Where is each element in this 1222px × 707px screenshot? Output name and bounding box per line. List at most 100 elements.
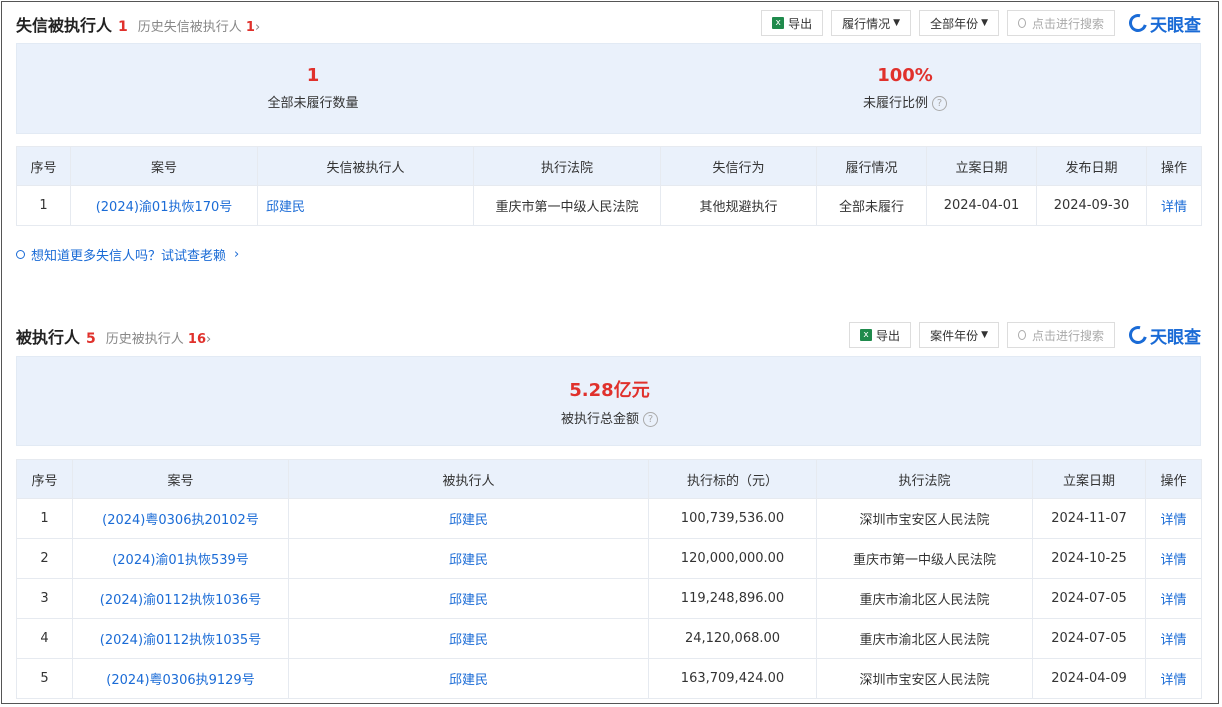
case-number-link[interactable]: (2024)渝0112执恢1035号: [72, 618, 289, 659]
detail-link[interactable]: 详情: [1145, 498, 1202, 539]
caret-down-icon: ▼: [981, 330, 988, 340]
col-header: 案号: [70, 146, 258, 186]
table-row: 2 (2024)渝01执恢539号 邱建民 120,000,000.00 重庆市…: [16, 538, 1202, 579]
row-number: 3: [16, 578, 73, 619]
status-cell: 全部未履行: [816, 185, 927, 226]
search-placeholder: 点击进行搜索: [1031, 328, 1104, 343]
court-cell: 重庆市渝北区人民法院: [816, 618, 1033, 659]
col-header: 失信被执行人: [257, 146, 474, 186]
executed-table-header: 序号 案号 被执行人 执行标的（元） 执行法院 立案日期 操作: [16, 459, 1202, 499]
case-number-link[interactable]: (2024)粤0306执9129号: [72, 658, 289, 699]
search-icon: [16, 250, 25, 259]
unfulfilled-ratio-stat: 100% 未履行比例?: [609, 65, 1201, 111]
executed-table: 序号 案号 被执行人 执行标的（元） 执行法院 立案日期 操作 1 (2024)…: [16, 459, 1202, 699]
col-header: 案号: [72, 459, 289, 499]
row-number: 1: [16, 498, 73, 539]
dishonest-toolbar: x 导出 履行情况 ▼ 全部年份 ▼ 点击进行搜索 天眼查: [753, 9, 1201, 37]
person-link[interactable]: 邱建民: [288, 498, 649, 539]
person-link[interactable]: 邱建民: [288, 578, 649, 619]
person-link[interactable]: 邱建民: [288, 658, 649, 699]
executed-count: 5: [86, 331, 96, 347]
unfulfilled-ratio-label-wrap: 未履行比例?: [609, 92, 1201, 111]
filed-date-cell: 2024-11-07: [1032, 498, 1146, 539]
amount-cell: 120,000,000.00: [648, 538, 817, 579]
dishonest-summary: 1 全部未履行数量 100% 未履行比例?: [16, 43, 1201, 134]
logo-text: 天眼查: [1150, 15, 1201, 36]
chevron-right-icon: ›: [254, 20, 261, 35]
col-header: 序号: [16, 459, 73, 499]
filed-date-cell: 2024-10-25: [1032, 538, 1146, 579]
case-number-link[interactable]: (2024)粤0306执20102号: [72, 498, 289, 539]
executed-summary: 5.28亿元 被执行总金额?: [16, 356, 1201, 446]
dishonest-history-label: 历史失信被执行人: [137, 20, 242, 35]
year-filter[interactable]: 全部年份 ▼: [919, 10, 999, 36]
published-date-cell: 2024-09-30: [1036, 185, 1147, 226]
tianyancha-logo: 天眼查: [1125, 322, 1201, 348]
case-year-filter[interactable]: 案件年份 ▼: [919, 322, 999, 348]
case-number-link[interactable]: (2024)渝01执恢539号: [72, 538, 289, 579]
detail-link[interactable]: 详情: [1145, 618, 1202, 659]
col-header: 执行法院: [473, 146, 661, 186]
year-filter-label: 全部年份: [930, 16, 979, 31]
unfulfilled-count-label: 全部未履行数量: [267, 96, 359, 111]
col-header: 立案日期: [926, 146, 1037, 186]
detail-link[interactable]: 详情: [1145, 578, 1202, 619]
dishonest-table-header: 序号 案号 失信被执行人 执行法院 失信行为 履行情况 立案日期 发布日期 操作: [16, 146, 1202, 186]
amount-cell: 163,709,424.00: [648, 658, 817, 699]
col-header: 立案日期: [1032, 459, 1146, 499]
detail-link[interactable]: 详情: [1146, 185, 1202, 226]
tianyancha-logo: 天眼查: [1125, 10, 1201, 36]
table-row: 3 (2024)渝0112执恢1036号 邱建民 119,248,896.00 …: [16, 578, 1202, 619]
filed-date-cell: 2024-07-05: [1032, 578, 1146, 619]
hint-link[interactable]: 想知道更多失信人吗？试试查老赖 ›: [16, 245, 239, 264]
logo-text: 天眼查: [1150, 327, 1201, 348]
col-header: 执行法院: [816, 459, 1033, 499]
dishonest-history-count: 1: [245, 20, 255, 35]
export-button[interactable]: x 导出: [761, 10, 824, 36]
person-link[interactable]: 邱建民: [288, 538, 649, 579]
col-header: 被执行人: [288, 459, 649, 499]
performance-filter[interactable]: 履行情况 ▼: [831, 10, 912, 36]
filed-date-cell: 2024-04-09: [1032, 658, 1146, 699]
case-number-link[interactable]: (2024)渝0112执恢1036号: [72, 578, 289, 619]
hint-text: 想知道更多失信人吗？试试查老赖: [31, 249, 227, 264]
caret-down-icon: ▼: [893, 18, 901, 28]
executed-header: 被执行人 5 历史被执行人 16› x 导出 案件年份 ▼ 点击进行搜索 天眼查: [16, 316, 1201, 349]
executed-history-link[interactable]: 历史被执行人 16›: [106, 332, 211, 347]
person-link[interactable]: 邱建民: [257, 185, 474, 226]
dishonest-title-text: 失信被执行人: [16, 16, 113, 35]
help-icon[interactable]: ?: [932, 96, 947, 111]
row-number: 2: [16, 538, 73, 579]
unfulfilled-ratio-value: 100%: [877, 65, 933, 86]
table-row: 1 (2024)粤0306执20102号 邱建民 100,739,536.00 …: [16, 498, 1202, 539]
person-link[interactable]: 邱建民: [288, 618, 649, 659]
chevron-right-icon: ›: [206, 332, 212, 347]
detail-link[interactable]: 详情: [1145, 538, 1202, 579]
dishonest-table: 序号 案号 失信被执行人 执行法院 失信行为 履行情况 立案日期 发布日期 操作…: [16, 146, 1202, 226]
performance-filter-label: 履行情况: [842, 16, 891, 31]
court-cell: 深圳市宝安区人民法院: [816, 658, 1033, 699]
detail-link[interactable]: 详情: [1145, 658, 1202, 699]
export-button[interactable]: x 导出: [849, 322, 912, 348]
logo-icon: [1125, 10, 1151, 36]
total-amount-label: 被执行总金额: [560, 412, 639, 427]
export-label: 导出: [876, 328, 901, 343]
amount-cell: 119,248,896.00: [648, 578, 817, 619]
excel-icon: x: [860, 329, 873, 341]
case-year-filter-label: 案件年份: [930, 328, 979, 343]
court-cell: 重庆市第一中级人民法院: [816, 538, 1033, 579]
executed-toolbar: x 导出 案件年份 ▼ 点击进行搜索 天眼查: [841, 321, 1201, 349]
help-icon[interactable]: ?: [643, 412, 658, 427]
court-cell: 重庆市第一中级人民法院: [473, 185, 661, 226]
search-input[interactable]: 点击进行搜索: [1007, 10, 1115, 36]
unfulfilled-count-stat: 1 全部未履行数量: [17, 65, 609, 111]
col-header: 发布日期: [1036, 146, 1147, 186]
search-input[interactable]: 点击进行搜索: [1007, 322, 1115, 348]
dishonest-title: 失信被执行人 1 历史失信被执行人 1›: [16, 12, 260, 36]
case-number-link[interactable]: (2024)渝01执恢170号: [70, 185, 258, 226]
dishonest-history-link[interactable]: 历史失信被执行人 1›: [138, 20, 260, 35]
col-header: 失信行为: [660, 146, 817, 186]
search-icon: [1018, 330, 1026, 340]
dishonest-count: 1: [118, 19, 128, 35]
export-label: 导出: [788, 16, 813, 31]
